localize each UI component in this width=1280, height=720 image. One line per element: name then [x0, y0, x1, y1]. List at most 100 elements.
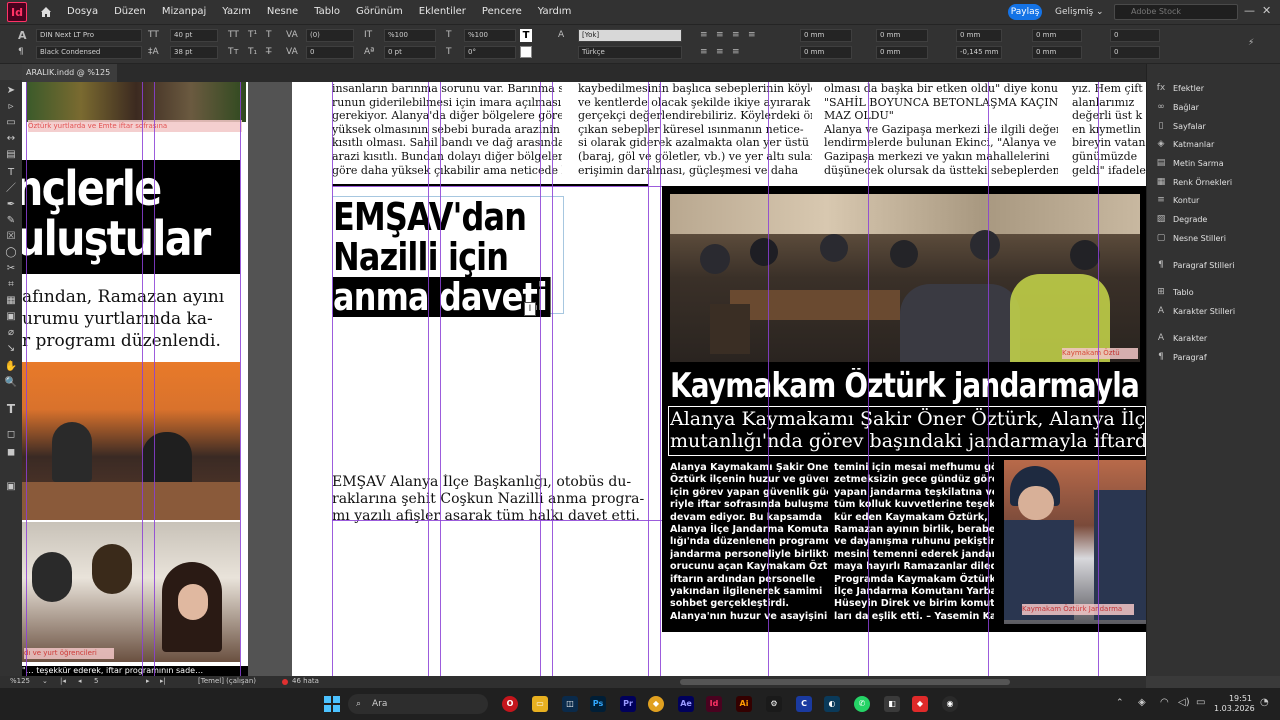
- vertical-scale-field[interactable]: %100: [384, 29, 436, 42]
- language-field[interactable]: Türkçe: [578, 46, 682, 59]
- type-tool-icon[interactable]: T: [4, 166, 18, 180]
- selection-tool-icon[interactable]: ➤: [4, 84, 18, 98]
- horizontal-scale-field[interactable]: %100: [464, 29, 516, 42]
- font-size-field[interactable]: 40 pt: [170, 29, 218, 42]
- superscript-icon[interactable]: T¹: [248, 29, 257, 42]
- menu-yardim[interactable]: Yardım: [530, 0, 580, 24]
- adobe-stock-search[interactable]: Adobe Stock: [1114, 4, 1238, 20]
- menu-tablo[interactable]: Tablo: [306, 0, 348, 24]
- drop-cap-chars-field[interactable]: 0 mm: [1032, 46, 1082, 59]
- line-tool-icon[interactable]: ／: [4, 182, 18, 196]
- obs-icon[interactable]: ◉: [942, 696, 958, 712]
- drop-cap-lines-field[interactable]: 0 mm: [1032, 29, 1082, 42]
- volume-icon[interactable]: ◁): [1178, 697, 1190, 708]
- share-button[interactable]: Paylaş: [1008, 4, 1042, 20]
- menu-gorunum[interactable]: Görünüm: [348, 0, 411, 24]
- drop-cap-one-field[interactable]: 0: [1110, 29, 1160, 42]
- app-icon[interactable]: ◆: [648, 696, 664, 712]
- paragraph-formatting-icon[interactable]: ¶: [18, 46, 24, 59]
- page-tool-icon[interactable]: ▭: [4, 116, 18, 130]
- all-caps-icon[interactable]: TT: [228, 29, 239, 42]
- panel-tablo[interactable]: ⊞ Tablo: [1155, 284, 1193, 300]
- menu-eklentiler[interactable]: Eklentiler: [411, 0, 474, 24]
- first-line-indent-field[interactable]: 0 mm: [800, 46, 852, 59]
- align-away-icon[interactable]: ≡: [732, 46, 740, 59]
- panel-baglar[interactable]: ∞ Bağlar: [1155, 99, 1199, 115]
- free-transform-tool-icon[interactable]: ⌗: [4, 278, 18, 292]
- justify-all-icon[interactable]: ≡: [700, 46, 708, 59]
- premiere-icon[interactable]: Pr: [620, 696, 636, 712]
- opera-icon[interactable]: O: [502, 696, 518, 712]
- illustrator-icon[interactable]: Ai: [736, 696, 752, 712]
- preflight-profile[interactable]: [Temel] (çalışan): [198, 677, 256, 685]
- skew-field[interactable]: 0°: [464, 46, 516, 59]
- ellipse-tool-icon[interactable]: ◯: [4, 246, 18, 260]
- strikethrough-icon[interactable]: T̶: [266, 46, 272, 59]
- chevron-down-icon[interactable]: ⌄: [42, 677, 48, 685]
- emsav-headline-frame[interactable]: EMŞAV'dan Nazilli için anma daveti: [332, 196, 564, 317]
- panel-karakter-stilleri[interactable]: A Karakter Stilleri: [1155, 303, 1235, 319]
- zoom-tool-icon[interactable]: 🔍: [4, 376, 18, 390]
- space-after-field[interactable]: -0,145 mm: [956, 46, 1002, 59]
- clock[interactable]: 19:51 1.03.2026: [1214, 694, 1255, 714]
- leading-field[interactable]: 38 pt: [170, 46, 218, 59]
- chevron-up-icon[interactable]: ⌃: [1116, 698, 1124, 708]
- rectangle-frame-tool-icon[interactable]: ☒: [4, 230, 18, 244]
- tray-app-icon[interactable]: ◈: [1138, 697, 1146, 708]
- hand-tool-icon[interactable]: ✋: [4, 360, 18, 374]
- indesign-taskbar-icon[interactable]: Id: [706, 696, 722, 712]
- panel-katmanlar[interactable]: ◈ Katmanlar: [1155, 136, 1215, 152]
- zoom-level[interactable]: %125: [10, 677, 30, 685]
- panel-kontur[interactable]: ≡ Kontur: [1155, 192, 1199, 208]
- last-line-indent-field[interactable]: 0 mm: [876, 46, 928, 59]
- fill-stroke-icon[interactable]: T: [4, 402, 18, 416]
- gap-tool-icon[interactable]: ↔: [4, 132, 18, 146]
- drop-cap-two-field[interactable]: 0: [1110, 46, 1160, 59]
- panel-paragraf[interactable]: ¶ Paragraf: [1155, 349, 1207, 365]
- menu-mizanpaj[interactable]: Mizanpaj: [154, 0, 214, 24]
- store-icon[interactable]: ◫: [562, 696, 578, 712]
- horizontal-scrollbar[interactable]: [680, 679, 1010, 685]
- menu-nesne[interactable]: Nesne: [259, 0, 306, 24]
- next-page-icon[interactable]: ▸: [146, 677, 150, 685]
- pencil-tool-icon[interactable]: ✎: [4, 214, 18, 228]
- panel-sayfalar[interactable]: ▯ Sayfalar: [1155, 118, 1206, 134]
- kerning-field[interactable]: (0): [306, 29, 354, 42]
- error-count[interactable]: 46 hata: [292, 677, 319, 685]
- taskbar-search[interactable]: ⌕ Ara: [348, 694, 488, 714]
- baseline-shift-field[interactable]: 0 pt: [384, 46, 436, 59]
- normal-view-icon[interactable]: ◼: [4, 446, 18, 460]
- apply-color-icon[interactable]: ◻: [4, 428, 18, 442]
- document-tab[interactable]: ARALIK.indd @ %125 ✕: [22, 64, 117, 95]
- tracking-field[interactable]: 0: [306, 46, 354, 59]
- note-tool-icon[interactable]: ▣: [4, 310, 18, 324]
- app4-icon[interactable]: ◧: [884, 696, 900, 712]
- home-icon[interactable]: [39, 5, 53, 19]
- justify-icon[interactable]: ≡: [748, 29, 756, 42]
- character-style-field[interactable]: [Yok]: [578, 29, 682, 42]
- align-right-icon[interactable]: ≡: [732, 29, 740, 42]
- wifi-icon[interactable]: ◠: [1160, 697, 1169, 708]
- scissors-tool-icon[interactable]: ✂: [4, 262, 18, 276]
- eyedropper-tool-icon[interactable]: ⌀: [4, 326, 18, 340]
- app5-icon[interactable]: ◆: [912, 696, 928, 712]
- align-center-icon[interactable]: ≡: [716, 29, 724, 42]
- close-icon[interactable]: ✕: [1262, 4, 1271, 17]
- fill-text-icon[interactable]: T: [520, 29, 532, 42]
- minimize-icon[interactable]: —: [1244, 4, 1255, 17]
- align-left-icon[interactable]: ≡: [700, 29, 708, 42]
- underline-icon[interactable]: T: [266, 29, 272, 42]
- content-collector-icon[interactable]: ▤: [4, 148, 18, 162]
- menu-dosya[interactable]: Dosya: [59, 0, 106, 24]
- stroke-swatch[interactable]: [520, 46, 532, 58]
- battery-icon[interactable]: ▭: [1196, 697, 1205, 708]
- panel-degrade[interactable]: ▨ Degrade: [1155, 211, 1208, 227]
- align-spine-icon[interactable]: ≡: [716, 46, 724, 59]
- menu-yazim[interactable]: Yazım: [214, 0, 259, 24]
- gradient-tool-icon[interactable]: ▦: [4, 294, 18, 308]
- character-formatting-icon[interactable]: A: [18, 29, 27, 42]
- file-explorer-icon[interactable]: ▭: [532, 696, 548, 712]
- page-number[interactable]: 5: [94, 677, 98, 685]
- app3-icon[interactable]: ◐: [824, 696, 840, 712]
- lightning-icon[interactable]: ⚡: [1248, 37, 1254, 50]
